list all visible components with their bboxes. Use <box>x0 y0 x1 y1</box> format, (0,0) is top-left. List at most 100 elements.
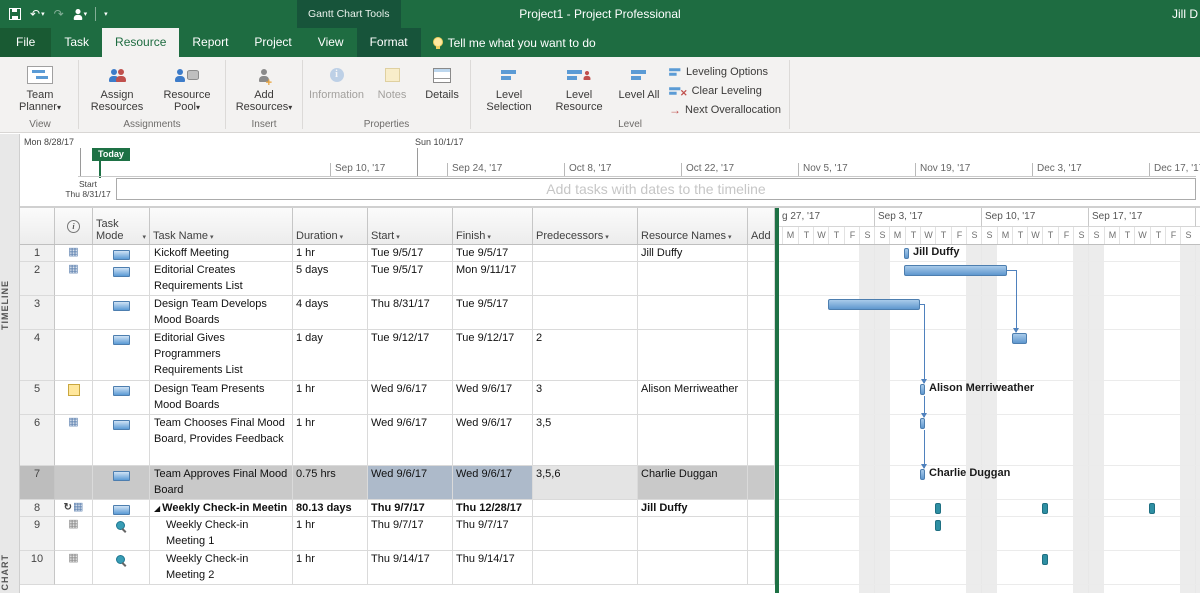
tab-format[interactable]: Format <box>357 28 421 57</box>
assign-resources-qat-button[interactable] <box>70 6 91 23</box>
row-number[interactable]: 4 <box>20 330 55 381</box>
cell-task-mode[interactable] <box>93 296 150 330</box>
cell-duration[interactable]: 1 hr <box>293 245 368 262</box>
cell-indicators[interactable] <box>55 415 93 466</box>
cell-task-name[interactable]: Weekly Check-in Meeting 1 <box>150 517 293 551</box>
cell-resource-names[interactable]: Jill Duffy <box>638 245 748 262</box>
cell-finish[interactable]: Tue 9/12/17 <box>453 330 533 381</box>
cell-task-mode[interactable] <box>93 330 150 381</box>
cell-task-mode[interactable] <box>93 262 150 296</box>
cell-indicators[interactable] <box>55 466 93 500</box>
cell-indicators[interactable] <box>55 330 93 381</box>
cell-start[interactable]: Thu 9/7/17 <box>368 500 453 517</box>
filter-arrow-icon[interactable] <box>605 233 609 241</box>
next-overallocation-button[interactable]: Next Overallocation <box>664 100 786 119</box>
column-header-res[interactable]: Resource Names <box>638 208 748 244</box>
cell-finish[interactable]: Wed 9/6/17 <box>453 466 533 500</box>
cell-task-mode[interactable] <box>93 245 150 262</box>
gantt-pane-label[interactable]: GANTT CHART <box>0 532 20 593</box>
tab-view[interactable]: View <box>305 28 357 57</box>
user-name[interactable]: Jill D <box>1172 0 1198 28</box>
column-header-num[interactable] <box>20 208 55 244</box>
cell-resource-names[interactable] <box>638 330 748 381</box>
cell-task-name[interactable]: Weekly Check-in Meetin <box>150 500 293 517</box>
cell-add-new-column[interactable] <box>748 296 775 330</box>
level-resource-button[interactable]: Level Resource <box>544 60 614 114</box>
cell-predecessors[interactable]: 3,5,6 <box>533 466 638 500</box>
clear-leveling-button[interactable]: Clear Leveling <box>664 81 786 100</box>
cell-start[interactable]: Thu 9/14/17 <box>368 551 453 585</box>
cell-add-new-column[interactable] <box>748 330 775 381</box>
row-number[interactable]: 6 <box>20 415 55 466</box>
notes-button[interactable]: Notes <box>367 60 417 102</box>
tab-resource[interactable]: Resource <box>102 28 179 57</box>
undo-button[interactable] <box>27 5 48 23</box>
cell-task-name[interactable]: Team Approves Final Mood Board <box>150 466 293 500</box>
cell-duration[interactable]: 5 days <box>293 262 368 296</box>
gantt-bar[interactable] <box>920 418 925 429</box>
cell-resource-names[interactable]: Jill Duffy <box>638 500 748 517</box>
cell-predecessors[interactable]: 2 <box>533 330 638 381</box>
cell-resource-names[interactable]: Alison Merriweather <box>638 381 748 415</box>
milestone-bar[interactable] <box>1042 554 1048 565</box>
cell-add-new-column[interactable] <box>748 500 775 517</box>
column-header-add[interactable]: Add <box>748 208 775 244</box>
timeline-band[interactable]: Add tasks with dates to the timeline <box>116 178 1196 200</box>
row-number[interactable]: 2 <box>20 262 55 296</box>
cell-start[interactable]: Wed 9/6/17 <box>368 415 453 466</box>
cell-predecessors[interactable] <box>533 262 638 296</box>
tab-report[interactable]: Report <box>179 28 241 57</box>
cell-task-name[interactable]: Editorial Creates Requirements List <box>150 262 293 296</box>
cell-resource-names[interactable] <box>638 415 748 466</box>
team-planner-button[interactable]: Team Planner <box>5 60 75 115</box>
cell-finish[interactable]: Thu 12/28/17 <box>453 500 533 517</box>
details-button[interactable]: Details <box>417 60 467 102</box>
milestone-bar[interactable] <box>1042 503 1048 514</box>
cell-task-name[interactable]: Design Team Develops Mood Boards <box>150 296 293 330</box>
cell-duration[interactable]: 0.75 hrs <box>293 466 368 500</box>
assign-resources-button[interactable]: Assign Resources <box>82 60 152 114</box>
cell-finish[interactable]: Tue 9/5/17 <box>453 245 533 262</box>
timeline-pane[interactable]: Mon 8/28/17 Sun 10/1/17 Today Sep 10, '1… <box>20 134 1200 206</box>
cell-finish[interactable]: Tue 9/5/17 <box>453 296 533 330</box>
cell-task-mode[interactable] <box>93 381 150 415</box>
cell-predecessors[interactable] <box>533 517 638 551</box>
cell-add-new-column[interactable] <box>748 381 775 415</box>
cell-start[interactable]: Thu 9/7/17 <box>368 517 453 551</box>
cell-task-mode[interactable] <box>93 551 150 585</box>
row-number[interactable]: 3 <box>20 296 55 330</box>
leveling-options-button[interactable]: Leveling Options <box>664 62 786 81</box>
cell-duration[interactable]: 1 hr <box>293 517 368 551</box>
cell-duration[interactable]: 1 hr <box>293 415 368 466</box>
cell-add-new-column[interactable] <box>748 466 775 500</box>
filter-arrow-icon[interactable] <box>728 233 732 241</box>
level-selection-button[interactable]: Level Selection <box>474 60 544 114</box>
gantt-bar[interactable] <box>828 299 920 310</box>
cell-resource-names[interactable] <box>638 517 748 551</box>
cell-task-name[interactable]: Weekly Check-in Meeting 2 <box>150 551 293 585</box>
cell-predecessors[interactable] <box>533 245 638 262</box>
cell-resource-names[interactable] <box>638 262 748 296</box>
cell-predecessors[interactable] <box>533 551 638 585</box>
column-header-pred[interactable]: Predecessors <box>533 208 638 244</box>
cell-predecessors[interactable]: 3 <box>533 381 638 415</box>
cell-predecessors[interactable] <box>533 296 638 330</box>
cell-duration[interactable]: 1 day <box>293 330 368 381</box>
cell-duration[interactable]: 1 hr <box>293 551 368 585</box>
cell-task-name[interactable]: Kickoff Meeting <box>150 245 293 262</box>
gantt-bar[interactable] <box>904 265 1007 276</box>
cell-indicators[interactable] <box>55 381 93 415</box>
gantt-bar[interactable] <box>920 469 925 480</box>
filter-arrow-icon[interactable] <box>142 233 146 241</box>
expand-triangle-icon[interactable] <box>154 504 160 513</box>
cell-add-new-column[interactable] <box>748 262 775 296</box>
row-number[interactable]: 7 <box>20 466 55 500</box>
cell-indicators[interactable] <box>55 551 93 585</box>
save-button[interactable] <box>6 6 24 22</box>
row-number[interactable]: 8 <box>20 500 55 517</box>
filter-arrow-icon[interactable] <box>210 233 214 241</box>
cell-task-name[interactable]: Team Chooses Final Mood Board, Provides … <box>150 415 293 466</box>
cell-add-new-column[interactable] <box>748 517 775 551</box>
gantt-bar[interactable] <box>920 384 925 395</box>
cell-start[interactable]: Tue 9/12/17 <box>368 330 453 381</box>
